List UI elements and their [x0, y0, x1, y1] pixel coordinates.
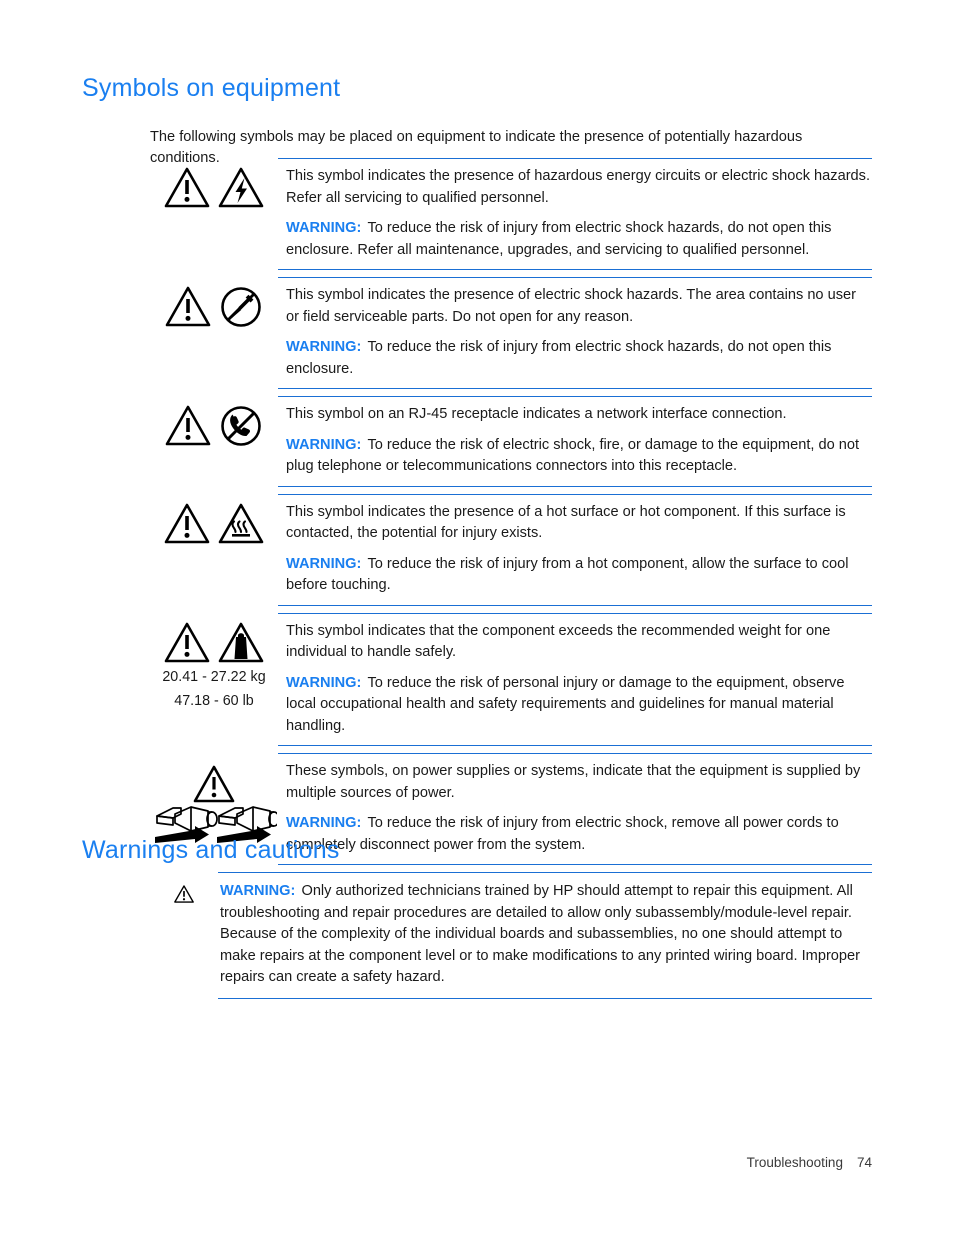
warning-label: WARNING: — [286, 339, 362, 355]
symbol-warning: WARNING: To reduce the risk of electric … — [286, 435, 872, 478]
no-telephone-icon — [218, 404, 264, 447]
warning-label: WARNING: — [286, 674, 362, 691]
warning-triangle-icon — [163, 621, 211, 664]
electric-shock-triangle-icon — [217, 166, 265, 209]
weight-imperial-label: 47.18 - 60 lb — [174, 692, 254, 709]
hot-surface-triangle-icon — [217, 502, 265, 545]
symbol-warning: WARNING: To reduce the risk of injury fr… — [286, 337, 872, 380]
warning-text: To reduce the risk of electric shock, fi… — [286, 436, 860, 475]
symbol-icons-cell — [150, 277, 278, 328]
page-title-symbols-on-equipment: Symbols on equipment — [82, 74, 341, 102]
warning-triangle-icon — [173, 884, 195, 904]
symbol-icons-cell — [150, 753, 278, 847]
symbol-description: This symbol indicates the presence of el… — [286, 287, 856, 325]
footer-page-number: 74 — [856, 1155, 872, 1170]
warning-label: WARNING: — [220, 883, 296, 899]
symbol-text-cell: These symbols, on power supplies or syst… — [278, 753, 872, 865]
page-footer: Troubleshooting 74 — [0, 1155, 872, 1170]
symbol-text-cell: This symbol indicates the presence of a … — [278, 493, 872, 606]
warning-text: To reduce the risk of injury from electr… — [286, 220, 832, 258]
table-row: This symbol indicates the presence of a … — [150, 493, 872, 606]
symbol-icons-cell: 20.41 - 27.22 kg 47.18 - 60 lb — [150, 613, 278, 712]
table-row: This symbol indicates the presence of el… — [150, 277, 872, 389]
table-row: This symbol indicates the presence of ha… — [150, 158, 872, 270]
warning-triangle-icon — [164, 404, 212, 447]
multiple-power-cords-icon — [151, 761, 277, 847]
symbol-graphic — [151, 761, 277, 847]
warning-label: WARNING: — [286, 220, 362, 236]
symbol-description: This symbol on an RJ-45 receptacle indic… — [286, 406, 787, 422]
symbol-graphic — [163, 166, 265, 209]
symbol-graphic — [164, 285, 264, 328]
symbol-description: This symbol indicates that the component… — [286, 622, 831, 661]
bottom-warning-text: Only authorized technicians trained by H… — [220, 883, 861, 985]
symbol-graphic — [163, 502, 265, 545]
symbol-warning: WARNING: To reduce the risk of injury fr… — [286, 554, 872, 597]
bottom-warning-paragraph: WARNING: Only authorized technicians tra… — [220, 881, 872, 989]
symbol-text-cell: This symbol indicates that the component… — [278, 612, 872, 746]
warning-text: To reduce the risk of injury from electr… — [286, 339, 832, 377]
symbol-warning: WARNING: To reduce the risk of personal … — [286, 673, 872, 738]
warning-triangle-icon — [164, 285, 212, 328]
warning-label: WARNING: — [286, 815, 362, 831]
symbol-icons-cell — [150, 494, 278, 545]
warning-text: To reduce the risk of personal injury or… — [286, 674, 845, 734]
no-serviceable-parts-icon — [218, 285, 264, 328]
page-title-warnings-and-cautions: Warnings and cautions — [82, 836, 340, 864]
symbol-graphic — [163, 621, 265, 664]
warning-text-cell: WARNING: Only authorized technicians tra… — [218, 872, 872, 999]
table-row: 20.41 - 27.22 kg 47.18 - 60 lb This symb… — [150, 612, 872, 746]
warning-text: To reduce the risk of injury from electr… — [286, 815, 839, 853]
warning-icon-cell — [150, 872, 218, 904]
warning-triangle-icon — [163, 166, 211, 209]
heavy-weight-triangle-icon — [217, 621, 265, 664]
footer-chapter-name: Troubleshooting — [746, 1155, 843, 1170]
symbol-warning: WARNING: To reduce the risk of injury fr… — [286, 813, 872, 856]
table-row: This symbol on an RJ-45 receptacle indic… — [150, 396, 872, 487]
warnings-and-cautions-block: WARNING: Only authorized technicians tra… — [150, 872, 872, 999]
warning-text: To reduce the risk of injury from a hot … — [286, 555, 849, 594]
warning-label: WARNING: — [286, 436, 362, 453]
warning-triangle-icon — [163, 502, 211, 545]
symbol-description: This symbol indicates the presence of ha… — [286, 168, 871, 206]
symbol-description: These symbols, on power supplies or syst… — [286, 763, 861, 801]
symbol-text-cell: This symbol on an RJ-45 receptacle indic… — [278, 396, 872, 487]
symbol-warning: WARNING: To reduce the risk of injury fr… — [286, 218, 872, 261]
weight-metric-label: 20.41 - 27.22 kg — [162, 668, 266, 685]
symbols-table: This symbol indicates the presence of ha… — [150, 158, 872, 872]
symbol-text-cell: This symbol indicates the presence of el… — [278, 277, 872, 389]
warning-label: WARNING: — [286, 555, 362, 572]
symbol-description: This symbol indicates the presence of a … — [286, 503, 846, 542]
document-page: Symbols on equipment The following symbo… — [0, 0, 954, 1235]
symbol-graphic — [164, 404, 264, 447]
symbol-icons-cell — [150, 158, 278, 209]
symbol-icons-cell — [150, 396, 278, 447]
symbol-text-cell: This symbol indicates the presence of ha… — [278, 158, 872, 270]
